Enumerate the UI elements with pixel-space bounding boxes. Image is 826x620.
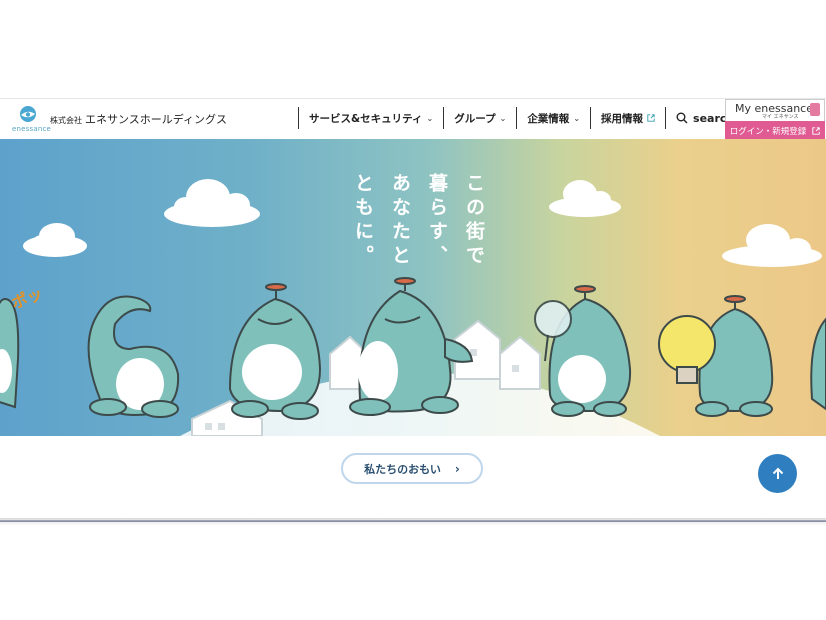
- tagline-line: この街で: [463, 173, 485, 269]
- main-nav: サービス&セキュリティ ⌄ グループ ⌄ 企業情報 ⌄ 採用情報 search: [298, 107, 744, 129]
- my-enessance-box[interactable]: My enessance マイ エネサンス ログイン・新規登録: [725, 99, 825, 140]
- cloud-icon: [549, 180, 621, 217]
- company-name-text: エネサンスホールディングス: [85, 113, 228, 126]
- our-thoughts-label: 私たちのおもい: [364, 462, 441, 476]
- logo-mark-icon: [20, 106, 36, 122]
- nav-label: 採用情報: [601, 112, 644, 125]
- nav-item-services[interactable]: サービス&セキュリティ ⌄: [298, 107, 443, 129]
- character-illustration: [658, 295, 774, 417]
- character-illustration: [87, 295, 180, 418]
- nav-label: サービス&セキュリティ: [309, 112, 423, 125]
- character-illustration: [810, 317, 826, 411]
- company-prefix: 株式会社: [50, 116, 82, 125]
- site-header: enessance 株式会社 エネサンスホールディングス サービス&セキュリティ ⌄…: [0, 98, 826, 140]
- nav-item-company[interactable]: 企業情報 ⌄: [516, 107, 590, 129]
- arrow-up-icon: [772, 467, 783, 479]
- login-label: ログイン・新規登録: [729, 126, 807, 137]
- tagline-line: ともに。: [352, 173, 374, 269]
- external-link-icon: [812, 126, 820, 135]
- cloud-icon: [722, 224, 822, 267]
- nav-label: 企業情報: [527, 112, 570, 125]
- login-register-button[interactable]: ログイン・新規登録: [725, 121, 825, 140]
- chevron-down-icon: ⌄: [426, 113, 434, 123]
- character-illustration: [228, 283, 322, 420]
- nav-item-recruit[interactable]: 採用情報: [590, 107, 665, 129]
- cloud-icon: [164, 179, 260, 227]
- company-name[interactable]: 株式会社 エネサンスホールディングス: [50, 111, 227, 127]
- divider: [0, 518, 826, 526]
- logo-wordmark: enessance: [12, 125, 52, 133]
- building-icon: [810, 103, 820, 116]
- character-illustration: [0, 297, 20, 409]
- hero-tagline: この街で 暮らす、 あなたと ともに。: [350, 173, 488, 269]
- external-link-icon: [647, 114, 655, 122]
- tagline-line: あなたと: [389, 173, 411, 269]
- cloud-icon: [23, 223, 87, 257]
- chevron-right-icon: ›: [454, 461, 460, 476]
- tagline-line: 暮らす、: [426, 173, 448, 269]
- nav-item-group[interactable]: グループ ⌄: [443, 107, 516, 129]
- chevron-down-icon: ⌄: [573, 113, 581, 123]
- nav-label: グループ: [454, 112, 496, 125]
- chevron-down-icon: ⌄: [499, 113, 507, 123]
- my-enessance-link[interactable]: My enessance マイ エネサンス: [725, 99, 825, 121]
- hero-banner: ポッ この街で 暮らす、 あなたと ともに。: [0, 139, 826, 436]
- enessance-logo[interactable]: enessance: [12, 105, 51, 135]
- sound-effect-text: ポッ: [9, 284, 46, 313]
- back-to-top-button[interactable]: [758, 454, 797, 493]
- search-icon: [676, 112, 688, 124]
- my-enessance-subtitle: マイ エネサンス: [762, 114, 799, 120]
- intro-section: 私たちのおもい ›: [0, 436, 826, 522]
- our-thoughts-button[interactable]: 私たちのおもい ›: [341, 453, 483, 484]
